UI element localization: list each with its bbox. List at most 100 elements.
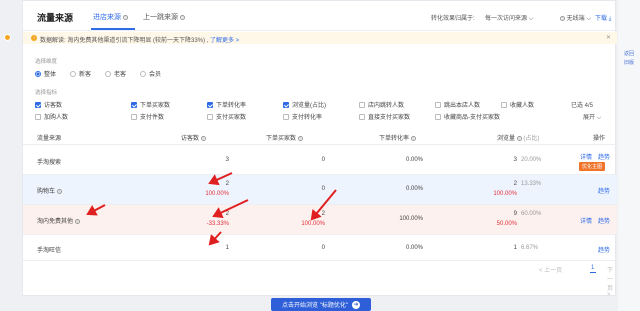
help-icon[interactable]: ? bbox=[560, 15, 565, 21]
metric-checkbox[interactable]: 访客数 bbox=[35, 100, 62, 109]
help-icon[interactable]: ? bbox=[179, 14, 185, 20]
radio-member[interactable]: 会员 bbox=[140, 69, 161, 78]
optimize-main-image-badge[interactable]: 优化主图 bbox=[579, 162, 606, 171]
help-icon[interactable]: ? bbox=[122, 14, 128, 20]
checkbox-box bbox=[207, 113, 213, 120]
radio-label: 会员 bbox=[149, 72, 162, 78]
source-name-cell: 淘内免费其他 ? bbox=[37, 216, 80, 225]
metric-checkbox[interactable]: 下单买家数 bbox=[131, 100, 170, 109]
checkbox-box bbox=[359, 113, 365, 120]
buyers-value: 0 bbox=[321, 157, 325, 163]
help-icon[interactable]: ? bbox=[56, 188, 62, 194]
metric-checkbox[interactable]: 店内跳转人数 bbox=[359, 100, 404, 109]
effect-attribution-value: 每一次访问来源 bbox=[485, 16, 528, 22]
metric-checkbox[interactable]: 收藏商品-支付买家数 bbox=[435, 112, 500, 121]
help-icon[interactable]: ? bbox=[74, 218, 80, 224]
checkbox-box bbox=[359, 101, 365, 108]
download-label: 下载 bbox=[595, 16, 608, 22]
metric-checkbox[interactable]: 下单转化率 bbox=[207, 100, 246, 109]
col-visitors[interactable]: 访客数 ? bbox=[181, 133, 206, 142]
metric-label: 支付件数 bbox=[140, 115, 165, 121]
trend-link[interactable]: 趋势 bbox=[598, 216, 610, 225]
help-icon[interactable]: ? bbox=[297, 135, 303, 141]
pageviews-share: 20.00% bbox=[521, 157, 542, 163]
col-pageviews[interactable]: 浏览量 ? (占比) bbox=[497, 133, 539, 142]
checkbox-box bbox=[283, 101, 289, 108]
visitors-value: 2 bbox=[225, 181, 229, 187]
device-select[interactable]: ? 无线端 ⌵ bbox=[560, 13, 591, 23]
tab-entry-source[interactable]: 进店来源 ? bbox=[93, 12, 128, 22]
metric-label: 跳出本店人数 bbox=[444, 103, 481, 109]
panel-header: 流量来源 进店来源 ? 上一跳来源 ? 转化效果归属于: 每一次访问来源 ⌵ ?… bbox=[23, 1, 617, 31]
visitors-value: 2 bbox=[225, 211, 229, 217]
col-conversion[interactable]: 下单转化率 ? bbox=[379, 133, 416, 142]
pager-current-indicator bbox=[590, 272, 596, 273]
visitors-value: 3 bbox=[225, 157, 229, 163]
conversion-value: 100.00% bbox=[399, 216, 423, 222]
trend-link[interactable]: 趋势 bbox=[598, 152, 610, 161]
tab-entry-source-label: 进店来源 bbox=[93, 14, 121, 21]
metric-label: 支付买家数 bbox=[216, 115, 247, 121]
start-browsing-button[interactable]: 点击开始浏览 "标题优化" ➜ bbox=[271, 298, 371, 311]
radio-new-customer[interactable]: 新客 bbox=[70, 69, 91, 78]
expand-toggle[interactable]: 展开 ⌵ bbox=[583, 112, 601, 122]
notice-message: 数据解读: 淘内免费其他渠道引流下降明显 (较前一天下降33%) , bbox=[40, 38, 209, 44]
radio-overall[interactable]: 整体 bbox=[35, 69, 56, 78]
tab-previous-source-label: 上一跳来源 bbox=[143, 14, 178, 21]
checkbox-box bbox=[35, 113, 41, 120]
visitors-value: 1 bbox=[225, 245, 229, 251]
metric-checkbox[interactable]: 支付件数 bbox=[131, 112, 164, 121]
selected-count: 已选 4/5 bbox=[571, 103, 594, 109]
pager-next[interactable]: 下一页 > bbox=[607, 265, 615, 298]
pageviews-value: 3 bbox=[513, 157, 517, 163]
download-button[interactable]: 下载 ⤓ bbox=[595, 13, 611, 23]
metric-checkbox[interactable]: 加购人数 bbox=[35, 112, 68, 121]
expand-label: 展开 bbox=[583, 115, 596, 121]
chevron-down-icon: ⌵ bbox=[586, 16, 591, 22]
details-link[interactable]: 详情 bbox=[580, 216, 592, 225]
metric-checkbox[interactable]: 直接支付买家数 bbox=[359, 112, 410, 121]
col-buyers-label: 下单买家数 bbox=[266, 136, 297, 142]
metric-label: 下单买家数 bbox=[140, 103, 171, 109]
metric-label: 收藏商品-支付买家数 bbox=[444, 115, 500, 121]
checkbox-box bbox=[207, 101, 213, 108]
pageviews-change: 100.00% bbox=[493, 191, 517, 197]
pager-current[interactable]: 1 bbox=[591, 265, 594, 271]
metric-label: 浏览量(占比) bbox=[292, 103, 326, 109]
help-icon[interactable]: ? bbox=[410, 135, 416, 141]
buyers-change: 100.00% bbox=[301, 221, 325, 227]
metric-checkbox[interactable]: 浏览量(占比) bbox=[283, 100, 326, 109]
metric-label: 访客数 bbox=[44, 103, 63, 109]
source-name: 手淘搜索 bbox=[37, 160, 62, 166]
table-header: 流量来源 访客数 ? 下单买家数 ? 下单转化率 ? 浏览量 ? (占比) 操作 bbox=[23, 127, 617, 145]
trend-link[interactable]: 趋势 bbox=[598, 186, 610, 195]
help-icon[interactable]: ? bbox=[200, 135, 206, 141]
side-link-back[interactable]: 返回 bbox=[624, 50, 634, 59]
pager-prev[interactable]: < 上一页 bbox=[539, 265, 562, 274]
trend-link[interactable]: 趋势 bbox=[598, 245, 610, 254]
download-icon: ⤓ bbox=[608, 16, 612, 22]
radio-dot bbox=[105, 70, 112, 77]
radio-label: 老客 bbox=[114, 72, 127, 78]
col-buyers[interactable]: 下单买家数 ? bbox=[266, 133, 303, 142]
close-icon[interactable]: ✕ bbox=[606, 34, 611, 41]
help-icon[interactable]: ? bbox=[516, 135, 522, 141]
buyers-value: 0 bbox=[321, 186, 325, 192]
notice-text: 数据解读: 淘内免费其他渠道引流下降明显 (较前一天下降33%) , 了解更多 … bbox=[40, 35, 239, 44]
learn-more-link[interactable]: 了解更多 > bbox=[210, 38, 239, 44]
side-link-old[interactable]: 旧版 bbox=[624, 59, 634, 68]
table-row: 手淘旺信 1 0 0.00% 1 6.67% 趋势 bbox=[23, 235, 617, 261]
radio-old-customer[interactable]: 老客 bbox=[105, 69, 126, 78]
metric-checkbox[interactable]: 跳出本店人数 bbox=[435, 100, 480, 109]
pageviews-share: 13.33% bbox=[521, 181, 542, 187]
metric-checkbox[interactable]: 支付转化率 bbox=[283, 112, 322, 121]
table-row: 手淘搜索 3 0 0.00% 3 20.00% 详情 趋势 优化主图 bbox=[23, 145, 617, 175]
pageviews-change: 50.00% bbox=[496, 221, 517, 227]
metric-label: 直接支付买家数 bbox=[368, 115, 411, 121]
chevron-down-icon: ⌵ bbox=[595, 115, 602, 121]
metric-checkbox[interactable]: 收藏人数 bbox=[501, 100, 534, 109]
tab-previous-source[interactable]: 上一跳来源 ? bbox=[143, 12, 185, 22]
details-link[interactable]: 详情 bbox=[580, 152, 592, 161]
metric-checkbox[interactable]: 支付买家数 bbox=[207, 112, 246, 121]
effect-attribution-select[interactable]: 每一次访问来源 ⌵ bbox=[485, 13, 533, 23]
